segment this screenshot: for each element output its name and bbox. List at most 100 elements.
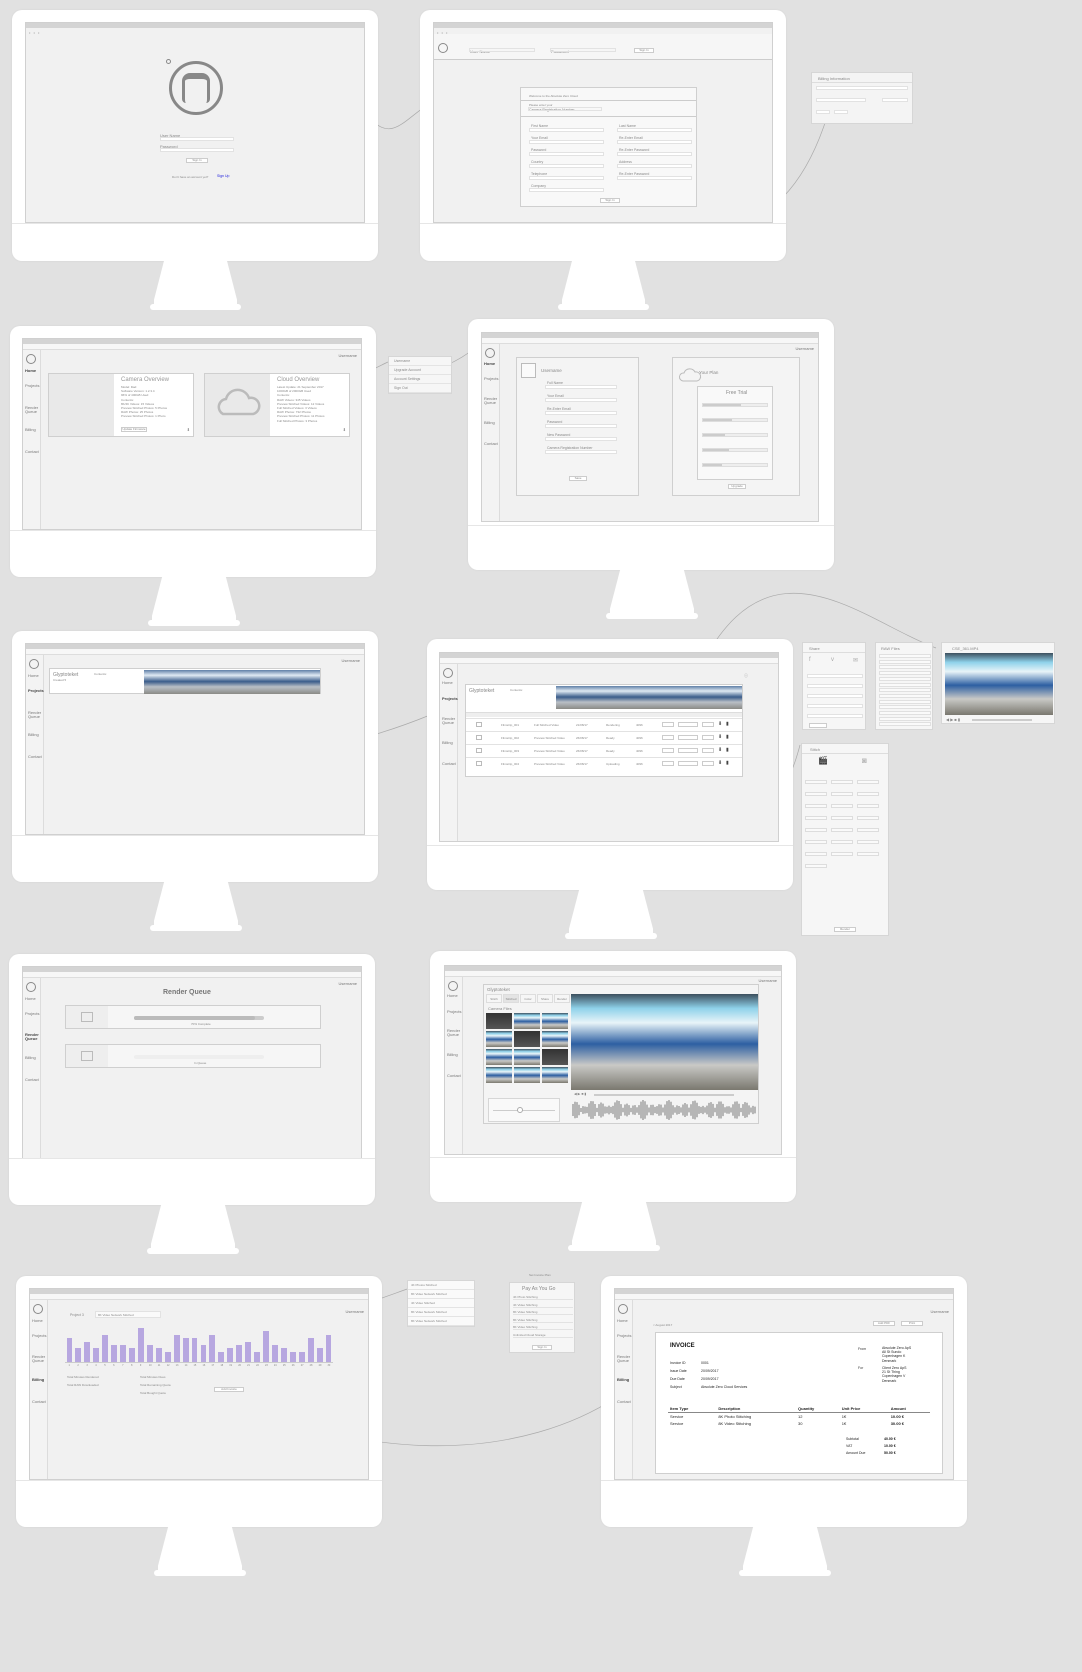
sidebar-item-render-queue[interactable]: Render Queue <box>617 1355 632 1363</box>
stitch-option[interactable] <box>805 840 827 844</box>
facebook-icon[interactable]: f <box>809 657 811 663</box>
raw-file-row[interactable] <box>879 671 931 676</box>
signin-button[interactable]: Sign In <box>186 158 208 163</box>
sidebar-item-projects[interactable]: Projects <box>447 1010 462 1014</box>
download-icon[interactable]: ⬇ <box>343 427 346 432</box>
stitch-button[interactable] <box>662 735 674 740</box>
sidebar-item-render-queue[interactable]: Render Queue <box>28 711 43 719</box>
sidebar-item-projects[interactable]: Projects <box>28 689 44 693</box>
sidebar-item-home[interactable]: Home <box>25 997 40 1001</box>
username-menu[interactable]: Username <box>759 978 777 983</box>
camera-file-thumbnail[interactable] <box>514 1049 540 1065</box>
stitch-button[interactable] <box>662 722 674 727</box>
add-pdf-button[interactable]: Add PDF <box>873 1321 895 1326</box>
account-input[interactable] <box>545 437 617 441</box>
stitch-button[interactable] <box>662 761 674 766</box>
share-button[interactable] <box>702 761 714 766</box>
stitch-option[interactable] <box>805 864 827 868</box>
slider-handle[interactable] <box>517 1107 523 1113</box>
camera-file-thumbnail[interactable] <box>486 1031 512 1047</box>
username-menu[interactable]: Username <box>931 1309 949 1314</box>
sidebar-item-contact[interactable]: Contact <box>484 442 499 446</box>
editor-tab[interactable]: Share <box>537 994 553 1003</box>
raw-file-row[interactable] <box>879 699 931 704</box>
sidebar-item-contact[interactable]: Contact <box>25 450 40 454</box>
stitch-option[interactable] <box>831 792 853 796</box>
sidebar-item-projects[interactable]: Projects <box>442 697 458 701</box>
play-controls[interactable]: ◀ ▶ ■ ▮ <box>946 717 960 722</box>
camera-icon[interactable]: ◙ <box>862 756 867 765</box>
fullstitch-button[interactable] <box>678 761 698 766</box>
stitch-option[interactable] <box>805 804 827 808</box>
sidebar-item-projects[interactable]: Projects <box>617 1334 632 1338</box>
project-option[interactable]: 8K Video Network Stitched <box>408 1290 474 1299</box>
render-button[interactable]: Render <box>834 927 856 932</box>
account-input[interactable] <box>545 424 617 428</box>
camera-file-thumbnail[interactable] <box>514 1067 540 1083</box>
add-invoice-button[interactable]: Add Invoice <box>214 1387 244 1392</box>
share-button[interactable] <box>702 748 714 753</box>
account-input[interactable] <box>545 450 617 454</box>
fullstitch-button[interactable] <box>678 735 698 740</box>
fullstitch-button[interactable] <box>678 748 698 753</box>
stitch-option[interactable] <box>831 780 853 784</box>
table-row[interactable]: Filmstrip_001 Full Stitched Video 21/08/17… <box>466 718 742 731</box>
sidebar-item-contact[interactable]: Contact <box>447 1074 462 1078</box>
project-option[interactable]: 4K Video Stitched <box>408 1299 474 1308</box>
sidebar-item-billing[interactable]: Billing <box>32 1378 47 1382</box>
sidebar-item-billing[interactable]: Billing <box>484 421 499 425</box>
update-firmware-button[interactable]: Update Firmware <box>121 427 147 432</box>
username-menu[interactable]: Username <box>346 1309 364 1314</box>
editor-tab[interactable]: Render <box>554 994 570 1003</box>
camera-file-thumbnail[interactable] <box>486 1067 512 1083</box>
raw-file-row[interactable] <box>879 676 931 681</box>
stitch-option[interactable] <box>831 852 853 856</box>
camera-file-thumbnail[interactable] <box>542 1031 568 1047</box>
account-input[interactable] <box>545 385 617 389</box>
sidebar-item-render-queue[interactable]: Render Queue <box>442 717 457 725</box>
raw-file-row[interactable] <box>879 688 931 693</box>
trash-icon[interactable]: ▮ <box>726 760 729 766</box>
paygo-signin-button[interactable]: Sign In <box>532 1345 552 1350</box>
dropdown-item[interactable]: Username <box>389 357 451 366</box>
username-input[interactable] <box>160 137 234 141</box>
raw-file-row[interactable] <box>879 705 931 710</box>
project-card[interactable]: Glyptoteket Created 5 Contents: <box>49 668 321 694</box>
stitch-option[interactable] <box>831 816 853 820</box>
sidebar-item-projects[interactable]: Projects <box>484 377 499 381</box>
stitch-option[interactable] <box>805 780 827 784</box>
stitch-option[interactable] <box>857 780 879 784</box>
sidebar-item-contact[interactable]: Contact <box>28 755 43 759</box>
table-row[interactable]: Filmstrip_004 Preview Stitched Video 26/08… <box>466 757 742 770</box>
sidebar-item-home[interactable]: Home <box>25 369 40 373</box>
password-input[interactable] <box>160 148 234 152</box>
raw-file-row[interactable] <box>879 711 931 715</box>
sidebar-item-home[interactable]: Home <box>617 1319 632 1323</box>
raw-file-row[interactable] <box>879 659 931 664</box>
username-menu[interactable]: Username <box>342 658 360 663</box>
editor-tab[interactable]: Stitch <box>486 994 502 1003</box>
project-select[interactable]: 8K Video Network Stitched <box>95 1311 161 1318</box>
video-icon[interactable]: 🎬 <box>818 756 828 765</box>
stitch-option[interactable] <box>805 852 827 856</box>
account-input[interactable] <box>545 398 617 402</box>
sidebar-item-contact[interactable]: Contact <box>442 762 457 766</box>
project-option[interactable]: 8K Video Network Stitched <box>408 1317 474 1326</box>
camera-file-thumbnail[interactable] <box>514 1013 540 1029</box>
camera-file-thumbnail[interactable] <box>542 1067 568 1083</box>
download-icon[interactable]: ⬇ <box>718 734 722 740</box>
dropdown-item[interactable]: Upgrade Account <box>389 366 451 375</box>
stitch-option[interactable] <box>805 828 827 832</box>
editor-tab[interactable]: Stitched <box>503 994 519 1003</box>
sidebar-item-contact[interactable]: Contact <box>32 1400 47 1404</box>
sidebar-item-billing[interactable]: Billing <box>617 1378 632 1382</box>
vimeo-icon[interactable]: v <box>831 657 834 663</box>
stitch-option[interactable] <box>857 852 879 856</box>
sidebar-item-projects[interactable]: Projects <box>32 1334 47 1338</box>
stitch-option[interactable] <box>857 840 879 844</box>
print-button[interactable]: Print <box>901 1321 923 1326</box>
sidebar-item-billing[interactable]: Billing <box>442 741 457 745</box>
stitch-button[interactable] <box>662 748 674 753</box>
trash-icon[interactable]: ▮ <box>726 721 729 727</box>
raw-file-row[interactable] <box>879 716 931 721</box>
